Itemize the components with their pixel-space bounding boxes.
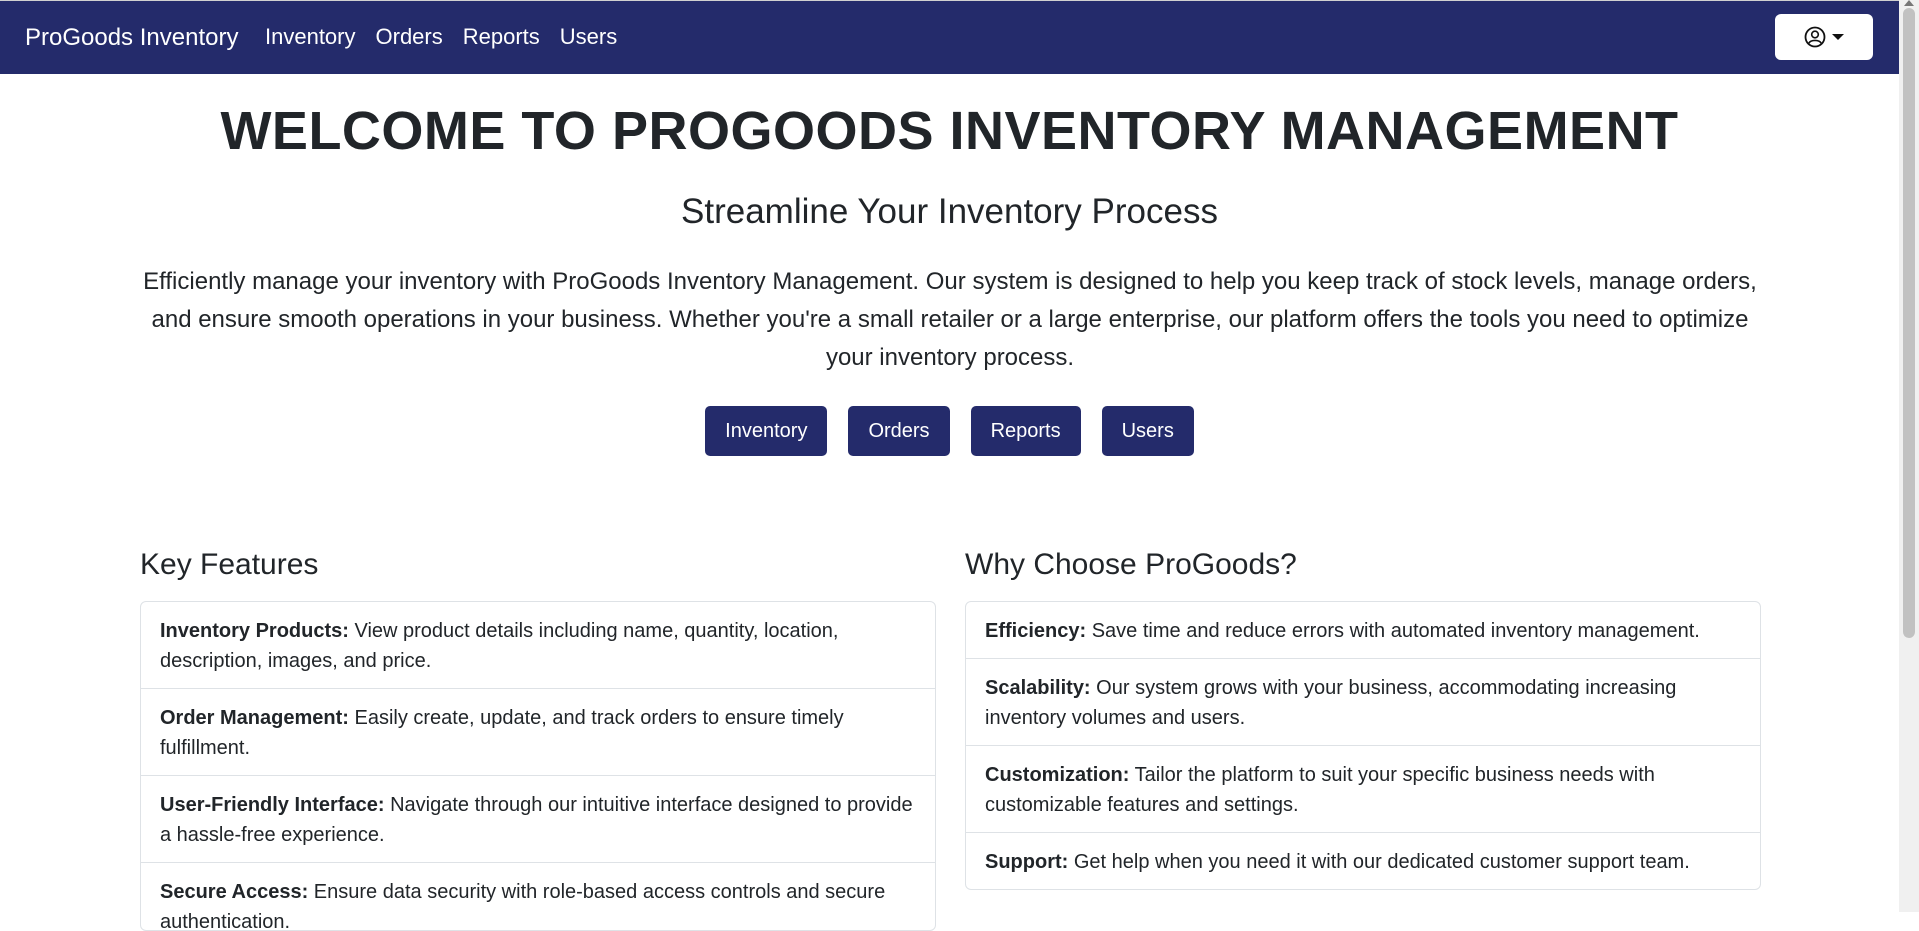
nav-links: Inventory Orders Reports Users [265,24,637,50]
nav-link-users[interactable]: Users [560,24,617,50]
chevron-down-icon [1832,34,1844,40]
top-navbar: ProGoods Inventory Inventory Orders Repo… [0,0,1899,74]
list-item: Order Management: Easily create, update,… [141,689,935,776]
page-title: WELCOME TO PROGOODS INVENTORY MANAGEMENT [220,101,1679,161]
reason-text: Save time and reduce errors with automat… [1086,620,1700,642]
why-choose-title: Why Choose ProGoods? [965,548,1297,581]
brand-link[interactable]: ProGoods Inventory [25,24,238,52]
inventory-button[interactable]: Inventory [705,406,828,456]
user-menu-button[interactable] [1775,14,1873,60]
page-description: Efficiently manage your inventory with P… [143,268,1757,371]
quick-nav-buttons: Inventory Orders Reports Users [0,406,1899,456]
nav-link-inventory[interactable]: Inventory [265,24,356,50]
feature-label: Secure Access: [160,881,309,903]
vertical-scrollbar[interactable] [1899,0,1919,912]
reason-label: Customization: [985,764,1130,786]
user-circle-icon [1804,26,1826,48]
feature-label: Inventory Products: [160,620,349,642]
why-choose-list: Efficiency: Save time and reduce errors … [965,601,1761,890]
list-item: Inventory Products: View product details… [141,602,935,689]
reason-label: Support: [985,851,1069,873]
nav-link-reports[interactable]: Reports [463,24,540,50]
key-features-list: Inventory Products: View product details… [140,601,936,931]
reason-label: Efficiency: [985,620,1087,642]
reports-button[interactable]: Reports [970,406,1081,456]
orders-button[interactable]: Orders [848,406,950,456]
feature-label: Order Management: [160,707,349,729]
page-subtitle: Streamline Your Inventory Process [681,192,1218,231]
reason-label: Scalability: [985,677,1091,699]
scrollbar-thumb[interactable] [1903,8,1915,638]
feature-label: User-Friendly Interface: [160,794,385,816]
list-item: User-Friendly Interface: Navigate throug… [141,776,935,863]
list-item: Support: Get help when you need it with … [966,833,1760,889]
list-item: Customization: Tailor the platform to su… [966,746,1760,833]
users-button[interactable]: Users [1101,406,1194,456]
list-item: Secure Access: Ensure data security with… [141,863,935,930]
reason-text: Get help when you need it with our dedic… [1068,851,1690,873]
key-features-title: Key Features [140,548,319,581]
list-item: Efficiency: Save time and reduce errors … [966,602,1760,659]
nav-link-orders[interactable]: Orders [376,24,443,50]
scroll-up-icon[interactable] [1904,0,1914,6]
list-item: Scalability: Our system grows with your … [966,659,1760,746]
